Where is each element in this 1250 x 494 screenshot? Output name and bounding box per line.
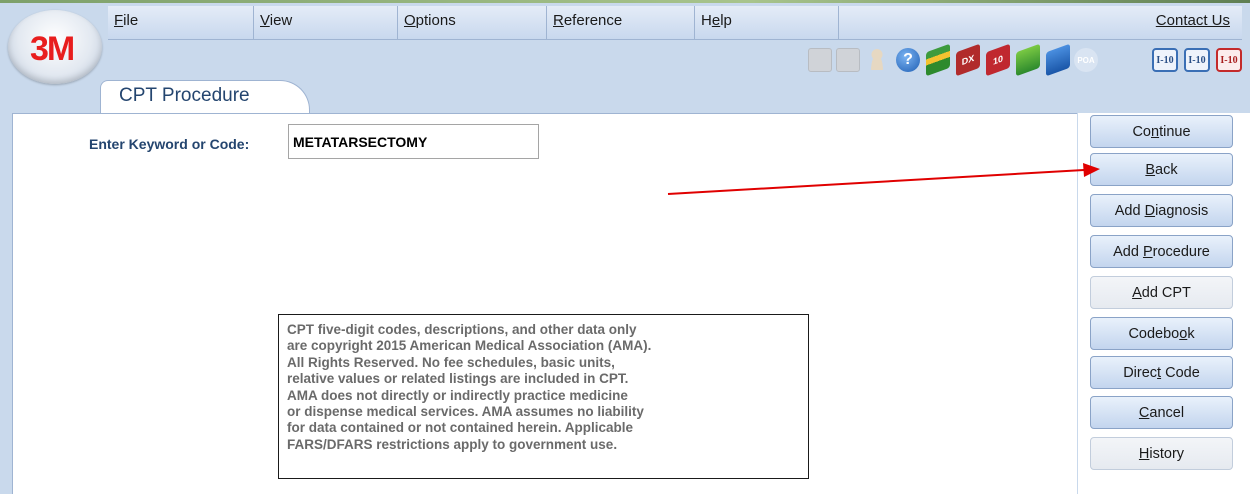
menu-file-label: ile xyxy=(123,12,139,29)
menu-bar: File View Options Reference Help Contact… xyxy=(108,6,1242,40)
help-icon[interactable]: ? xyxy=(896,48,920,72)
top-accent-line xyxy=(0,0,1250,3)
main-panel: Enter Keyword or Code: CPT five-digit co… xyxy=(12,113,1077,494)
dx-book-label: DX xyxy=(961,52,975,68)
green-book-icon[interactable] xyxy=(1016,43,1040,77)
cancel-mnemonic: C xyxy=(1138,404,1150,421)
menu-file[interactable]: File xyxy=(108,6,253,40)
logo: 3M xyxy=(8,10,102,84)
i10-search-icon[interactable]: I-10 xyxy=(1184,48,1210,72)
i10-red-icon[interactable]: I-10 xyxy=(1216,48,1242,72)
icd10-book-label: 10 xyxy=(992,53,1003,67)
menu-help-label: lp xyxy=(720,12,732,29)
cancel-label-end: ancel xyxy=(1149,404,1185,421)
print-add-icon[interactable] xyxy=(836,48,860,72)
printer-icon[interactable] xyxy=(808,48,832,72)
copyright-line: or dispense medical services. AMA assume… xyxy=(287,404,644,420)
copyright-line: FARS/DFARS restrictions apply to governm… xyxy=(287,436,618,452)
action-button-column: Continue Back Add Diagnosis Add Procedur… xyxy=(1078,113,1250,494)
menu-file-mnemonic: F xyxy=(114,12,124,29)
copyright-line: All Rights Reserved. No fee schedules, b… xyxy=(287,354,615,370)
copyright-line: CPT five-digit codes, descriptions, and … xyxy=(287,322,637,337)
menu-help[interactable]: Help xyxy=(695,6,838,40)
continue-button[interactable]: Continue xyxy=(1090,115,1233,148)
icd10-book-icon[interactable]: 10 xyxy=(986,43,1010,77)
menu-help-mnemonic: e xyxy=(711,12,721,29)
logo-text: 3M xyxy=(30,30,75,68)
menu-options-mnemonic: O xyxy=(404,12,416,29)
menu-view-label: iew xyxy=(269,12,293,29)
app-window: 3M File View Options Reference Help Cont… xyxy=(0,0,1250,494)
history-mnemonic: H xyxy=(1138,445,1150,462)
add-cpt-button[interactable]: Add CPT xyxy=(1090,276,1233,309)
add-diagnosis-label-end: iagnosis xyxy=(1155,202,1209,219)
menu-view-mnemonic: V xyxy=(260,12,270,29)
add-cpt-label-end: dd CPT xyxy=(1141,284,1191,301)
copyright-line: relative values or related listings are … xyxy=(287,371,629,387)
history-label-end: istory xyxy=(1149,445,1185,462)
codebook-label-start: Codebo xyxy=(1128,325,1180,342)
direct-code-label-start: Direc xyxy=(1123,364,1158,381)
menu-options-label: ptions xyxy=(415,12,456,29)
menu-reference-mnemonic: R xyxy=(553,12,564,29)
cancel-button[interactable]: Cancel xyxy=(1090,396,1233,429)
add-procedure-label-start: Add xyxy=(1113,243,1143,260)
user-icon[interactable] xyxy=(868,48,886,70)
keyword-label: Enter Keyword or Code: xyxy=(89,136,250,152)
add-diagnosis-label-start: Add xyxy=(1114,202,1145,219)
blue-book-icon[interactable] xyxy=(1046,43,1070,77)
continue-label-end: tinue xyxy=(1159,123,1191,140)
codebook-label-end: k xyxy=(1187,325,1195,342)
add-procedure-mnemonic: P xyxy=(1142,243,1153,260)
menu-reference-label: eference xyxy=(563,12,623,29)
poa-label: POA xyxy=(1077,55,1095,65)
copyright-line: for data contained or not contained here… xyxy=(287,420,634,436)
direct-code-button[interactable]: Direct Code xyxy=(1090,356,1233,389)
back-mnemonic: B xyxy=(1145,161,1156,178)
toolbar: ? DX 10 POA I-10 I-10 I-10 xyxy=(808,43,1248,77)
copyright-line: are copyright 2015 American Medical Asso… xyxy=(287,338,652,354)
add-procedure-button[interactable]: Add Procedure xyxy=(1090,235,1233,268)
i10-icon[interactable]: I-10 xyxy=(1152,48,1178,72)
i10-label: I-10 xyxy=(1156,54,1174,66)
back-label-end: ack xyxy=(1155,161,1178,178)
menu-options[interactable]: Options xyxy=(398,6,546,40)
continue-mnemonic: n xyxy=(1151,123,1160,140)
book-icon[interactable] xyxy=(926,43,950,77)
add-cpt-mnemonic: A xyxy=(1132,284,1142,301)
menu-help-label-start: H xyxy=(701,12,712,29)
add-diagnosis-mnemonic: D xyxy=(1144,202,1156,219)
copyright-notice: CPT five-digit codes, descriptions, and … xyxy=(278,314,809,479)
contact-us-link[interactable]: Contact Us xyxy=(1156,6,1230,40)
dx-book-icon[interactable]: DX xyxy=(956,43,980,77)
poa-icon[interactable]: POA xyxy=(1074,48,1098,72)
i10-red-label: I-10 xyxy=(1220,54,1238,66)
keyword-input[interactable] xyxy=(288,124,539,159)
menu-view[interactable]: View xyxy=(254,6,397,40)
menu-reference[interactable]: Reference xyxy=(547,6,694,40)
continue-label-start: Co xyxy=(1132,123,1151,140)
direct-code-label-end: Code xyxy=(1161,364,1200,381)
back-button[interactable]: Back xyxy=(1090,153,1233,186)
add-diagnosis-button[interactable]: Add Diagnosis xyxy=(1090,194,1233,227)
add-procedure-label-end: rocedure xyxy=(1152,243,1210,260)
codebook-button[interactable]: Codebook xyxy=(1090,317,1233,350)
i10-search-label: I-10 xyxy=(1188,54,1206,66)
menu-divider xyxy=(838,6,839,40)
tab-label: CPT Procedure xyxy=(119,85,250,106)
history-button[interactable]: History xyxy=(1090,437,1233,470)
tab-cpt-procedure[interactable]: CPT Procedure xyxy=(100,80,310,114)
copyright-line: AMA does not directly or indirectly prac… xyxy=(287,387,628,403)
